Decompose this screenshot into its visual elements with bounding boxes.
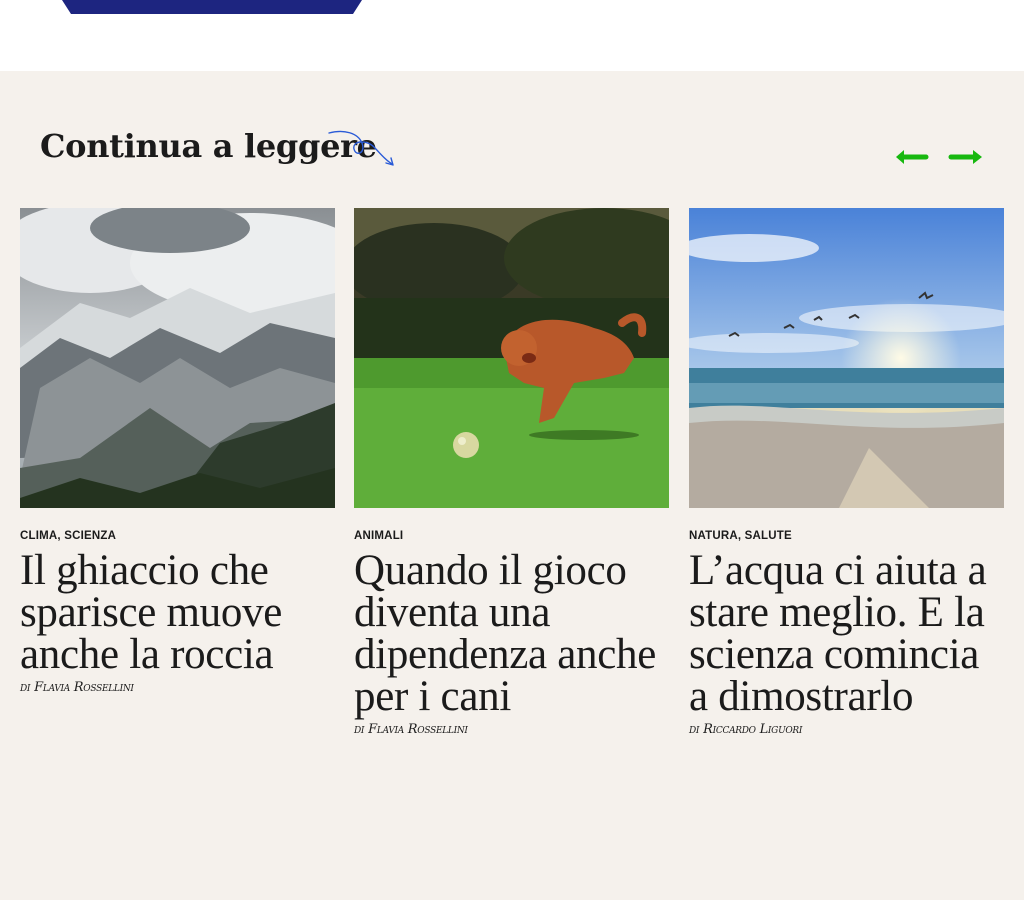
article-categories[interactable]: NATURA, SALUTE (689, 530, 1004, 542)
arrow-left-icon (896, 150, 929, 164)
article-byline: di Flavia Rossellini (20, 680, 335, 695)
top-banner (0, 0, 1024, 71)
article-byline: di Flavia Rossellini (354, 722, 669, 737)
article-categories[interactable]: ANIMALI (354, 530, 669, 542)
article-image-dog[interactable] (354, 208, 669, 508)
article-author[interactable]: Riccardo Liguori (703, 722, 802, 737)
arrow-right-icon (948, 150, 982, 164)
article-title[interactable]: L’acqua ci aiuta a stare meglio. E la sc… (689, 549, 1004, 718)
byline-prefix: di (689, 722, 700, 737)
article-title[interactable]: Il ghiaccio che sparisce muove anche la … (20, 549, 335, 676)
carousel-prev-button[interactable] (893, 145, 929, 169)
article-card[interactable]: ANIMALI Quando il gioco diventa una dipe… (354, 208, 669, 737)
banner-shape (62, 0, 362, 14)
article-author[interactable]: Flavia Rossellini (34, 680, 134, 695)
squiggle-arrow-icon (328, 130, 394, 166)
continue-reading-section: Continua a leggere CLIMA, SCIENZA Il ghi… (0, 71, 1024, 900)
article-author[interactable]: Flavia Rossellini (368, 722, 468, 737)
byline-prefix: di (354, 722, 365, 737)
article-byline: di Riccardo Liguori (689, 722, 1004, 737)
article-categories[interactable]: CLIMA, SCIENZA (20, 530, 335, 542)
article-card[interactable]: NATURA, SALUTE L’acqua ci aiuta a stare … (689, 208, 1004, 737)
article-image-glacier[interactable] (20, 208, 335, 508)
byline-prefix: di (20, 680, 31, 695)
article-title[interactable]: Quando il gioco diventa una dipendenza a… (354, 549, 669, 718)
carousel-next-button[interactable] (948, 145, 984, 169)
article-image-beach[interactable] (689, 208, 1004, 508)
article-card[interactable]: CLIMA, SCIENZA Il ghiaccio che sparisce … (20, 208, 335, 695)
